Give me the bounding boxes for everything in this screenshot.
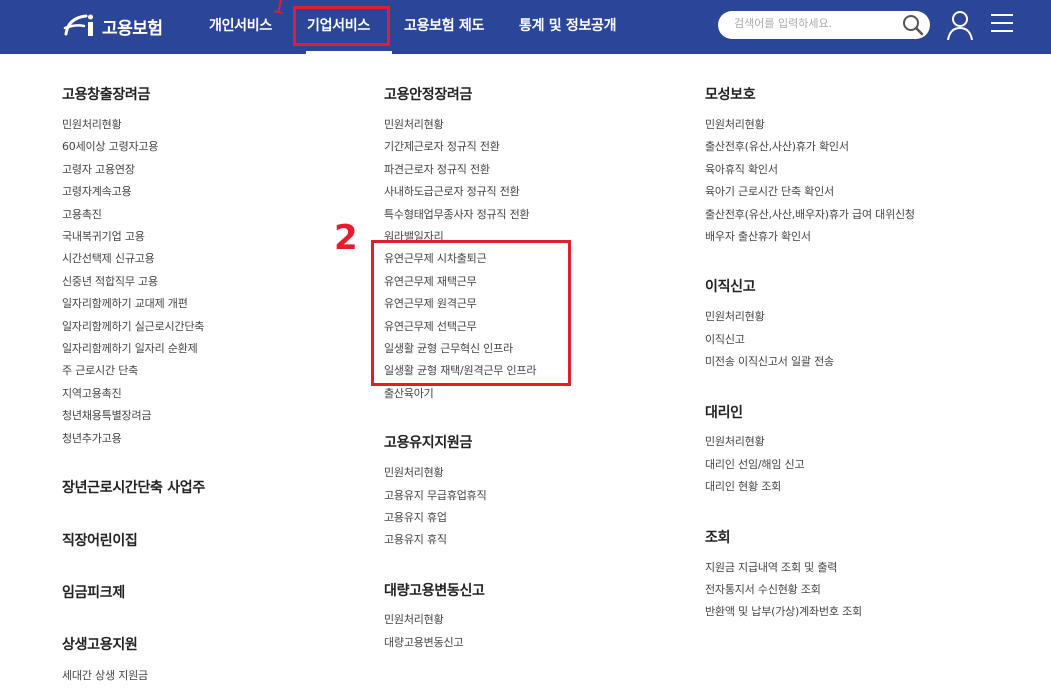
annotation-box-2 bbox=[371, 240, 571, 386]
section-title[interactable]: 상생고용지원 bbox=[62, 634, 138, 654]
menu-item[interactable]: 시간선택제 신규고용 bbox=[62, 250, 155, 266]
section-title[interactable]: 대량고용변동신고 bbox=[384, 580, 485, 600]
menu-item[interactable]: 출산전후(유산,사산)휴가 확인서 bbox=[705, 138, 849, 154]
menu-item[interactable]: 민원처리현황 bbox=[705, 116, 765, 132]
menu-item[interactable]: 사내하도급근로자 정규직 전환 bbox=[384, 183, 520, 199]
annotation-number-2: 2 bbox=[334, 218, 358, 258]
menu-item[interactable]: 고령자계속고용 bbox=[62, 183, 132, 199]
search-input[interactable] bbox=[734, 17, 894, 30]
menu-item[interactable]: 국내복귀기업 고용 bbox=[62, 228, 145, 244]
menu-item[interactable]: 미전송 이직신고서 일괄 전송 bbox=[705, 353, 834, 369]
menu-item[interactable]: 육아휴직 확인서 bbox=[705, 161, 778, 177]
menu-item[interactable]: 세대간 상생 지원금 bbox=[62, 667, 148, 683]
menu-item[interactable]: 일자리함께하기 실근로시간단축 bbox=[62, 318, 204, 334]
menu-item[interactable]: 출산전후(유산,사산,배우자)휴가 급여 대위신청 bbox=[705, 206, 915, 222]
top-navigation-bar: 고용보험 개인서비스 기업서비스 고용보험 제도 통계 및 정보공개 bbox=[0, 0, 1051, 54]
menu-icon[interactable] bbox=[991, 13, 1013, 33]
logo-text: 고용보험 bbox=[102, 18, 163, 39]
menu-item[interactable]: 대리인 선임/해임 신고 bbox=[705, 456, 805, 472]
menu-item[interactable]: 대량고용변동신고 bbox=[384, 634, 464, 650]
nav-personal-services[interactable]: 개인서비스 bbox=[209, 15, 272, 35]
section-title[interactable]: 고용안정장려금 bbox=[384, 84, 472, 104]
section-title[interactable]: 모성보호 bbox=[705, 84, 756, 104]
search-icon[interactable] bbox=[902, 14, 924, 36]
menu-item[interactable]: 출산육아기 bbox=[384, 385, 434, 401]
section-title[interactable]: 대리인 bbox=[705, 402, 743, 422]
menu-item[interactable]: 청년추가고용 bbox=[62, 430, 122, 446]
menu-item[interactable]: 고령자 고용연장 bbox=[62, 161, 135, 177]
menu-item[interactable]: 민원처리현황 bbox=[384, 611, 444, 627]
logo[interactable]: 고용보험 bbox=[62, 10, 163, 42]
menu-item[interactable]: 신중년 적합직무 고용 bbox=[62, 273, 158, 289]
menu-item[interactable]: 배우자 출산휴가 확인서 bbox=[705, 228, 811, 244]
menu-item[interactable]: 특수형태업무종사자 정규직 전환 bbox=[384, 206, 530, 222]
section-title[interactable]: 장년근로시간단축 사업주 bbox=[62, 477, 205, 497]
logo-mark-icon bbox=[63, 14, 93, 36]
menu-item[interactable]: 일자리함께하기 교대제 개편 bbox=[62, 295, 188, 311]
menu-item[interactable]: 지원금 지급내역 조회 및 출력 bbox=[705, 559, 837, 575]
menu-item[interactable]: 민원처리현황 bbox=[384, 464, 444, 480]
nav-insurance-system[interactable]: 고용보험 제도 bbox=[404, 15, 484, 35]
menu-item[interactable]: 고용촉진 bbox=[62, 206, 102, 222]
user-icon[interactable] bbox=[946, 9, 974, 41]
active-tab-indicator bbox=[306, 51, 392, 54]
section-title[interactable]: 임금피크제 bbox=[62, 582, 125, 602]
menu-item[interactable]: 민원처리현황 bbox=[705, 308, 765, 324]
search-box[interactable] bbox=[718, 11, 930, 39]
menu-item[interactable]: 파견근로자 정규직 전환 bbox=[384, 161, 490, 177]
menu-item[interactable]: 고용유지 휴업 bbox=[384, 509, 447, 525]
menu-item[interactable]: 고용유지 무급휴업휴직 bbox=[384, 487, 487, 503]
section-title[interactable]: 조회 bbox=[705, 527, 730, 547]
section-title[interactable]: 이직신고 bbox=[705, 276, 756, 296]
menu-item[interactable]: 일자리함께하기 일자리 순환제 bbox=[62, 340, 198, 356]
annotation-box-1 bbox=[293, 6, 390, 46]
menu-item[interactable]: 지역고용촉진 bbox=[62, 385, 122, 401]
menu-item[interactable]: 반환액 및 납부(가상)계좌번호 조회 bbox=[705, 603, 862, 619]
menu-item[interactable]: 기간제근로자 정규직 전환 bbox=[384, 138, 500, 154]
section-title[interactable]: 직장어린이집 bbox=[62, 530, 138, 550]
menu-item[interactable]: 대리인 현황 조회 bbox=[705, 478, 781, 494]
menu-item[interactable]: 육아기 근로시간 단축 확인서 bbox=[705, 183, 834, 199]
section-title[interactable]: 고용창출장려금 bbox=[62, 84, 150, 104]
menu-item[interactable]: 민원처리현황 bbox=[62, 116, 122, 132]
menu-item[interactable]: 민원처리현황 bbox=[384, 116, 444, 132]
menu-item[interactable]: 청년채용특별장려금 bbox=[62, 407, 151, 423]
menu-item[interactable]: 민원처리현황 bbox=[705, 433, 765, 449]
section-title[interactable]: 고용유지지원금 bbox=[384, 432, 472, 452]
menu-item[interactable]: 전자통지서 수신현황 조회 bbox=[705, 581, 821, 597]
menu-item[interactable]: 이직신고 bbox=[705, 331, 745, 347]
nav-statistics-info[interactable]: 통계 및 정보공개 bbox=[519, 15, 617, 35]
menu-item[interactable]: 고용유지 휴직 bbox=[384, 531, 447, 547]
menu-item[interactable]: 주 근로시간 단축 bbox=[62, 362, 138, 378]
menu-item[interactable]: 60세이상 고령자고용 bbox=[62, 138, 158, 154]
